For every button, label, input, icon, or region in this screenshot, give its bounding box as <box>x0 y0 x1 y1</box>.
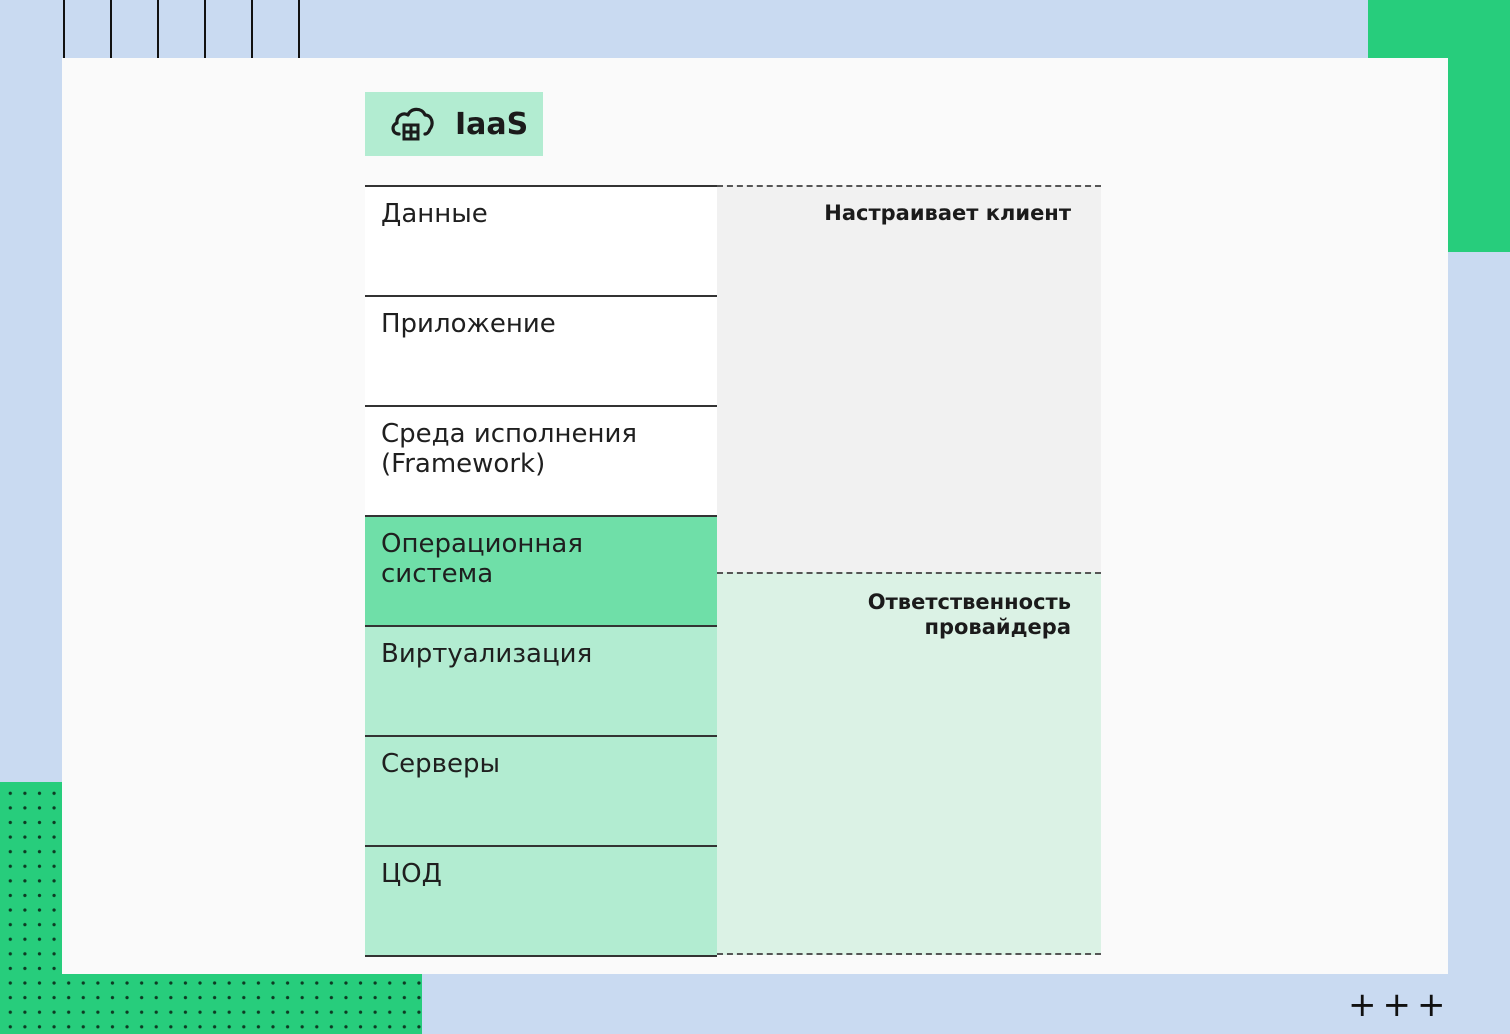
cloud-server-icon <box>391 107 434 141</box>
layer-stack: Данные Приложение Среда исполнения (Fram… <box>365 185 717 957</box>
layer-label: Среда исполнения (Framework) <box>381 419 638 479</box>
layer-servers: Серверы <box>365 735 717 845</box>
layer-label: Приложение <box>381 309 556 339</box>
provider-zone-label: Ответственность провайдера <box>867 590 1071 639</box>
decorative-vertical-lines <box>63 0 301 58</box>
layer-runtime: Среда исполнения (Framework) <box>365 405 717 515</box>
layer-label: Серверы <box>381 749 501 779</box>
layer-label: Операционная система <box>381 529 583 589</box>
layer-label: Данные <box>381 199 488 229</box>
badge-title: IaaS <box>455 106 529 142</box>
layer-data: Данные <box>365 185 717 295</box>
layer-datacenter: ЦОД <box>365 845 717 955</box>
decorative-plus-marks: +++ <box>1348 985 1452 1025</box>
iaas-badge: IaaS <box>365 92 543 156</box>
layer-label: Виртуализация <box>381 639 593 669</box>
client-zone-label: Настраивает клиент <box>824 201 1071 225</box>
layer-application: Приложение <box>365 295 717 405</box>
client-responsibility-zone: Настраивает клиент <box>717 185 1101 573</box>
layer-virtualization: Виртуализация <box>365 625 717 735</box>
provider-responsibility-zone: Ответственность провайдера <box>717 572 1101 955</box>
layer-label: ЦОД <box>381 859 442 889</box>
layer-operating-system: Операционная система <box>365 515 717 625</box>
stack-bottom-line <box>365 955 717 957</box>
